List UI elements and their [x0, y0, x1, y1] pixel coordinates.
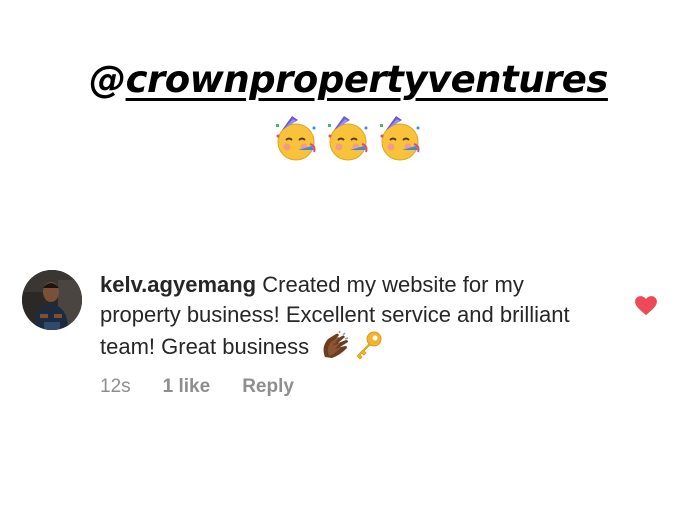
partying-face-icon [276, 116, 316, 161]
avatar[interactable] [22, 270, 82, 330]
comment-body: kelv.agyemang Created my website for my … [100, 270, 600, 362]
partying-face-icon [380, 116, 420, 161]
reply-button[interactable]: Reply [242, 376, 294, 398]
story-mention[interactable]: @crownpropertyventures [0, 58, 697, 101]
mention-handle[interactable]: crownpropertyventures [126, 58, 609, 101]
comment-meta: 12s 1 like Reply [100, 376, 294, 398]
comment-time: 12s [100, 376, 131, 397]
comment-username[interactable]: kelv.agyemang [100, 272, 256, 297]
partying-face-icon [328, 116, 368, 161]
clapping-hands-icon [319, 330, 349, 360]
comment-likes[interactable]: 1 like [163, 376, 211, 398]
like-heart-icon[interactable] [635, 296, 657, 316]
avatar-photo [22, 270, 82, 330]
emoji-row [272, 116, 424, 162]
mention-prefix: @ [89, 58, 126, 101]
key-icon [353, 330, 383, 360]
